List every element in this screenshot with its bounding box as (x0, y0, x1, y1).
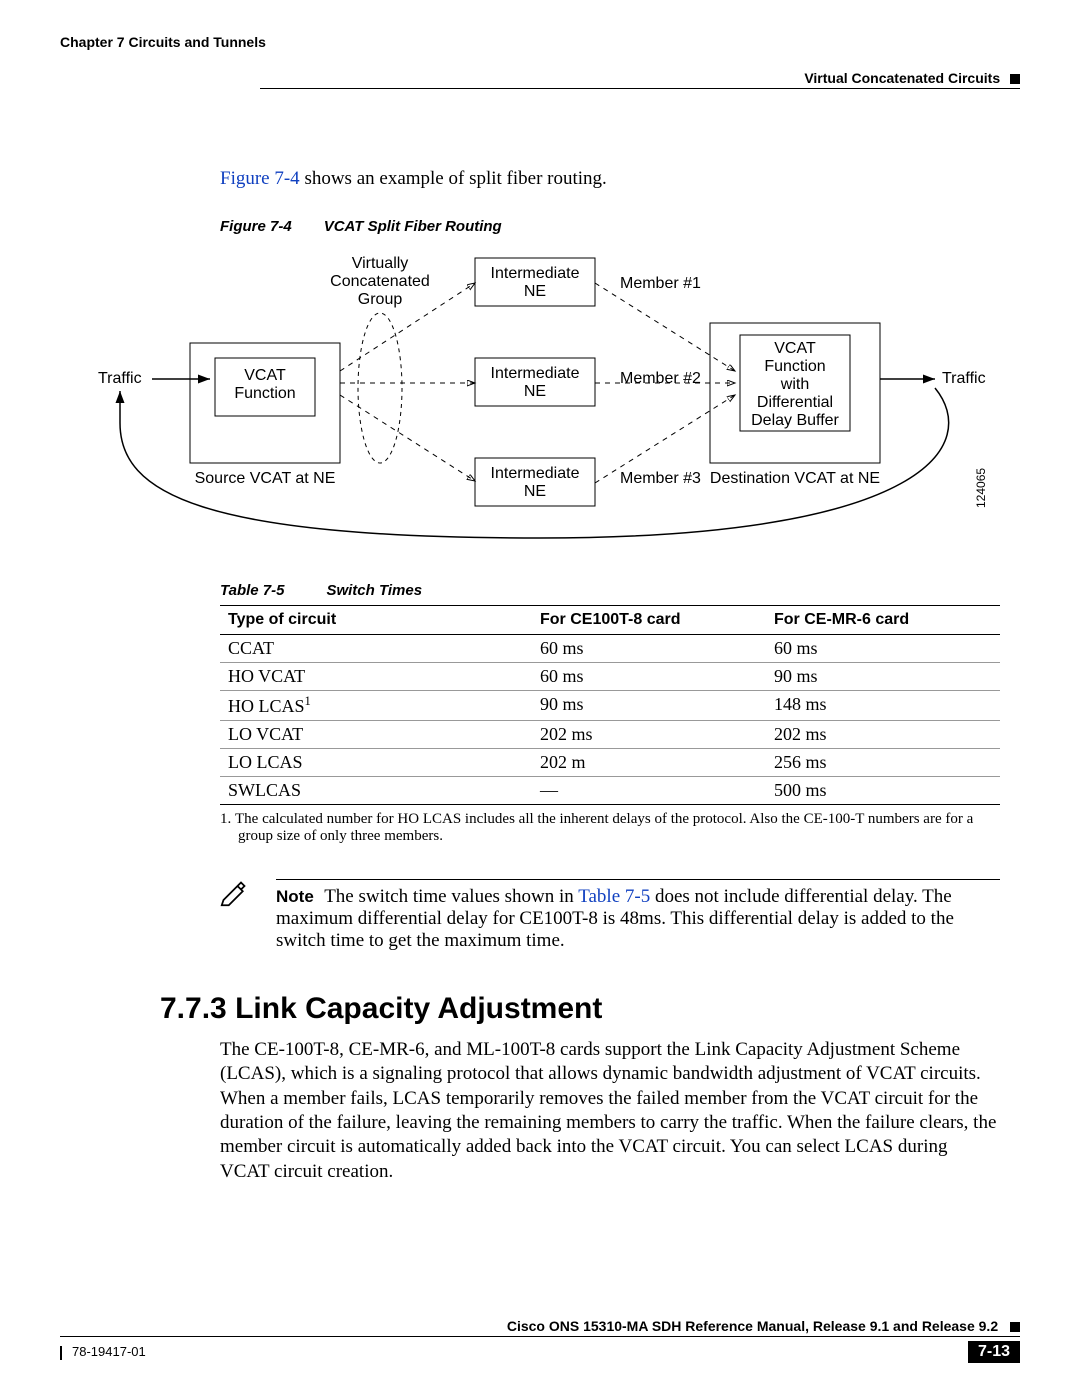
intermediate-2-l2: NE (524, 383, 546, 400)
header-divider (260, 88, 1020, 89)
table-cell: 90 ms (766, 663, 1000, 691)
header-square-icon (1010, 74, 1020, 84)
source-vcat-label: Source VCAT at NE (195, 470, 336, 487)
intermediate-1-l2: NE (524, 283, 546, 300)
table-cell: 60 ms (766, 635, 1000, 663)
table-cell: LO LCAS (220, 749, 532, 777)
table-caption: Table 7-5 Switch Times (220, 582, 1000, 599)
figure-caption: Figure 7-4 VCAT Split Fiber Routing (220, 218, 1000, 235)
table-cell: CCAT (220, 635, 532, 663)
intermediate-1-l1: Intermediate (491, 265, 580, 282)
section-body: The CE-100T-8, CE-MR-6, and ML-100T-8 ca… (220, 1038, 1000, 1184)
table-cell: HO LCAS1 (220, 691, 532, 721)
page-number-badge: 7-13 (968, 1341, 1020, 1363)
table-cell: — (532, 777, 766, 805)
intermediate-2-l1: Intermediate (491, 365, 580, 382)
table-title: Switch Times (326, 582, 422, 599)
member-2-label: Member #2 (620, 370, 701, 387)
traffic-right-label: Traffic (942, 370, 986, 387)
table-header-1: For CE100T-8 card (532, 606, 766, 635)
section-heading: 7.7.3 Link Capacity Adjustment (160, 992, 1000, 1026)
chapter-label: Chapter 7 Circuits and Tunnels (60, 34, 266, 52)
note-divider (276, 879, 1000, 880)
vcg-l3: Group (358, 291, 403, 308)
footnote-text: The calculated number for HO LCAS includ… (235, 811, 973, 844)
figure-code: 124065 (974, 468, 988, 508)
footnote-number: 1. (220, 811, 231, 827)
page-header: Chapter 7 Circuits and Tunnels (60, 34, 1020, 52)
table-row: HO VCAT 60 ms 90 ms (220, 663, 1000, 691)
table-row: LO LCAS 202 m 256 ms (220, 749, 1000, 777)
footer-square-icon (1010, 1322, 1020, 1332)
intermediate-3-l2: NE (524, 483, 546, 500)
note-block: Note The switch time values shown in Tab… (220, 879, 1000, 952)
vcg-l2: Concatenated (330, 273, 430, 290)
table-row: HO LCAS1 90 ms 148 ms (220, 691, 1000, 721)
table-cell: HO VCAT (220, 663, 532, 691)
table-footnote: 1. The calculated number for HO LCAS inc… (220, 811, 1000, 845)
section-title: Link Capacity Adjustment (235, 992, 602, 1025)
traffic-left-label: Traffic (98, 370, 142, 387)
switch-times-table: Type of circuit For CE100T-8 card For CE… (220, 605, 1000, 805)
member-1-label: Member #1 (620, 275, 701, 292)
page-header-right: Virtual Concatenated Circuits (60, 52, 1020, 89)
dest-box-l2: Function (764, 358, 825, 375)
pencil-icon (220, 891, 248, 912)
dest-box-l4: Differential (757, 394, 833, 411)
figure-intro-text: shows an example of split fiber routing. (300, 168, 607, 189)
table-header-0: Type of circuit (220, 606, 532, 635)
table-row: LO VCAT 202 ms 202 ms (220, 721, 1000, 749)
table-cell: 256 ms (766, 749, 1000, 777)
table-cell: 60 ms (532, 663, 766, 691)
section-label: Virtual Concatenated Circuits (804, 70, 1000, 86)
section-number: 7.7.3 (160, 992, 227, 1025)
table-cell: 90 ms (532, 691, 766, 721)
table-cell: LO VCAT (220, 721, 532, 749)
page-footer: Cisco ONS 15310-MA SDH Reference Manual,… (60, 1318, 1020, 1363)
figure-number: Figure 7-4 (220, 218, 292, 235)
dest-box-l5: Delay Buffer (751, 412, 839, 429)
table-cell: 202 ms (766, 721, 1000, 749)
figure-crossref-link[interactable]: Figure 7-4 (220, 168, 300, 189)
dest-box-l3: with (780, 376, 809, 393)
vcat-function-l2: Function (234, 385, 295, 402)
document-number: 78-19417-01 (60, 1344, 146, 1360)
table-row: CCAT 60 ms 60 ms (220, 635, 1000, 663)
figure-intro: Figure 7-4 shows an example of split fib… (220, 168, 1000, 190)
table-crossref-link[interactable]: Table 7-5 (578, 886, 650, 907)
intermediate-3-l1: Intermediate (491, 465, 580, 482)
member-3-label: Member #3 (620, 470, 701, 487)
dest-vcat-label: Destination VCAT at NE (710, 470, 880, 487)
table-cell: 148 ms (766, 691, 1000, 721)
table-cell: 500 ms (766, 777, 1000, 805)
dest-box-l1: VCAT (774, 340, 816, 357)
figure-diagram: Traffic VCAT Function Virtually Concaten… (80, 243, 1000, 548)
note-label: Note (276, 887, 314, 906)
table-cell: 60 ms (532, 635, 766, 663)
note-text-pre: The switch time values shown in (324, 886, 578, 907)
table-number: Table 7-5 (220, 582, 284, 599)
table-cell: 202 ms (532, 721, 766, 749)
table-cell: 202 m (532, 749, 766, 777)
table-header-2: For CE-MR-6 card (766, 606, 1000, 635)
vcat-function-l1: VCAT (244, 367, 286, 384)
table-row: SWLCAS — 500 ms (220, 777, 1000, 805)
table-cell: SWLCAS (220, 777, 532, 805)
manual-title: Cisco ONS 15310-MA SDH Reference Manual,… (507, 1318, 998, 1334)
vcg-l1: Virtually (352, 255, 409, 272)
figure-title: VCAT Split Fiber Routing (324, 218, 502, 235)
